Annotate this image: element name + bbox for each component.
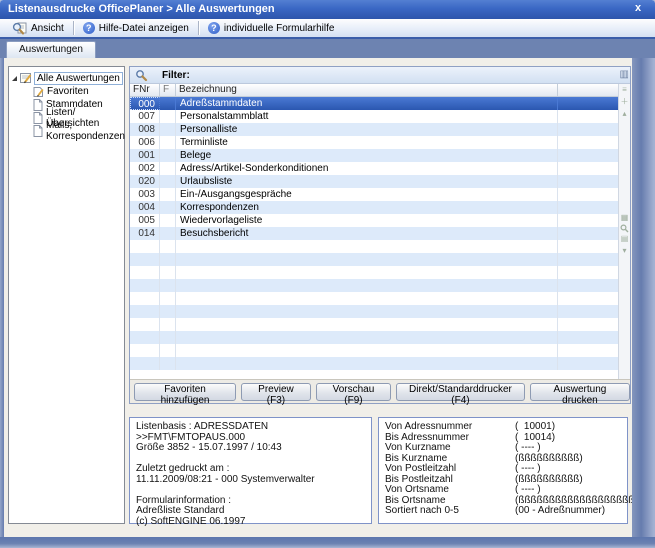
list-header: FNr F Bezeichnung — [130, 84, 630, 97]
table-row[interactable]: 006 Terminliste — [130, 136, 630, 149]
form-pencil-icon — [20, 72, 32, 84]
list-rows: 000 Adreßstammdaten 007 Personalstammbla… — [130, 97, 630, 379]
formularhilfe-button[interactable]: ? individuelle Formularhilfe — [202, 20, 341, 36]
favorites-pencil-icon — [33, 86, 44, 98]
preview-button[interactable]: Preview (F3) — [241, 383, 311, 401]
filter-setting-row: Von Adressnummer ( 10001) — [385, 422, 621, 433]
auswertungen-list-panel: Filter: ▥ FNr F Bezeichnung 000 Adreßsta… — [129, 66, 631, 404]
toolbar-separator — [198, 21, 199, 35]
info-line: Zuletzt gedruckt am : — [136, 464, 365, 475]
empty-row[interactable] — [130, 331, 630, 344]
formularhilfe-label: individuelle Formularhilfe — [224, 23, 335, 34]
button-bar: Favoriten hinzufügen Preview (F3) Vorsch… — [130, 379, 630, 403]
window-frame-left — [0, 58, 4, 548]
search-icon — [135, 69, 148, 82]
info-line: Adreßliste Standard — [136, 506, 365, 517]
vorschau-button[interactable]: Vorschau (F9) — [316, 383, 391, 401]
empty-row[interactable] — [130, 318, 630, 331]
tree-item-favoriten[interactable]: Favoriten — [9, 85, 124, 98]
favoriten-hinzufuegen-button[interactable]: Favoriten hinzufügen — [134, 383, 236, 401]
tree-item-mails-korrespondenzen[interactable]: Mails, Korrespondenzen — [9, 124, 124, 137]
table-row[interactable]: 020 Urlaubsliste — [130, 175, 630, 188]
auswertung-drucken-button[interactable]: Auswertung drucken — [530, 383, 630, 401]
table-row-selected[interactable]: 000 Adreßstammdaten — [130, 97, 630, 110]
scroll-down-icon[interactable]: ▾ — [622, 245, 626, 257]
filter-setting-row: Von Postleitzahl ( ---- ) — [385, 464, 621, 475]
empty-row[interactable] — [130, 279, 630, 292]
hilfe-datei-label: Hilfe-Datei anzeigen — [99, 23, 189, 34]
table-row[interactable]: 005 Wiedervorlageliste — [130, 214, 630, 227]
tree-item-alle-auswertungen[interactable]: Alle Auswertungen — [9, 71, 124, 85]
app-window: Listenausdrucke OfficePlaner > Alle Ausw… — [0, 0, 655, 548]
listenbasis-info-panel: Listenbasis : ADRESSDATEN >>FMT\FMTOPAUS… — [129, 417, 372, 524]
empty-row[interactable] — [130, 266, 630, 279]
empty-row[interactable] — [130, 240, 630, 253]
document-icon — [33, 112, 43, 124]
add-icon[interactable]: ＋ — [621, 96, 629, 108]
tree-child-label: Favoriten — [47, 86, 89, 97]
info-line: Listenbasis : ADRESSDATEN — [136, 422, 365, 433]
filter-settings-panel: Von Adressnummer ( 10001) Bis Adressnumm… — [378, 417, 628, 524]
filter-setting-row: Von Ortsname ( ---- ) — [385, 485, 621, 496]
direkt-standarddrucker-button[interactable]: Direkt/Standarddrucker (F4) — [396, 383, 525, 401]
tab-auswertungen[interactable]: Auswertungen — [6, 41, 96, 58]
empty-row[interactable] — [130, 253, 630, 266]
tree-child-label: Mails, Korrespondenzen — [46, 120, 125, 142]
grid-icon[interactable]: ▦ — [621, 212, 629, 224]
document-icon — [33, 99, 43, 111]
ansicht-button[interactable]: Ansicht — [6, 20, 70, 36]
tab-band: Auswertungen — [0, 39, 655, 58]
table-row[interactable]: 004 Korrespondenzen — [130, 201, 630, 214]
filter-bar: Filter: ▥ — [130, 67, 630, 84]
window-title: Listenausdrucke OfficePlaner > Alle Ausw… — [8, 3, 275, 15]
preview-icon — [12, 22, 27, 35]
document-icon — [33, 125, 43, 137]
column-picker-icon[interactable]: ▥ — [620, 69, 629, 80]
scroll-up-icon[interactable]: ▴ — [622, 108, 626, 120]
info-line — [136, 485, 365, 496]
empty-row[interactable] — [130, 292, 630, 305]
window-frame-right — [632, 58, 655, 548]
close-button[interactable]: x — [631, 0, 645, 18]
hilfe-datei-button[interactable]: ? Hilfe-Datei anzeigen — [77, 20, 195, 36]
table-row[interactable]: 008 Personalliste — [130, 123, 630, 136]
tree-panel: Alle Auswertungen Favoriten Stammdaten — [8, 66, 125, 524]
table-row[interactable]: 001 Belege — [130, 149, 630, 162]
info-line: (c) SoftENGINE 06.1997 — [136, 517, 365, 528]
empty-row[interactable] — [130, 305, 630, 318]
list-side-toolbar: ≡ ＋ ▴ ▦ ▤ ▾ — [618, 84, 630, 379]
toolbar-separator — [73, 21, 74, 35]
tree-root-label: Alle Auswertungen — [34, 72, 123, 85]
table-row[interactable]: 003 Ein-/Ausgangsgespräche — [130, 188, 630, 201]
zoom-icon[interactable] — [620, 224, 629, 233]
empty-row[interactable] — [130, 357, 630, 370]
list-view-icon[interactable]: ▤ — [621, 233, 629, 245]
table-row[interactable]: 002 Adress/Artikel-Sonderkonditionen — [130, 162, 630, 175]
filter-setting-row: Von Kurzname ( ---- ) — [385, 443, 621, 454]
help-icon: ? — [208, 22, 220, 34]
empty-row[interactable] — [130, 344, 630, 357]
column-header-fnr[interactable]: FNr — [130, 84, 160, 96]
info-line: 11.11.2009/08:21 - 000 Systemverwalter — [136, 475, 365, 486]
toolbar: Ansicht ? Hilfe-Datei anzeigen ? individ… — [0, 19, 655, 39]
window-frame-bottom — [0, 537, 655, 548]
table-row[interactable]: 007 Personalstammblatt — [130, 110, 630, 123]
sort-icon[interactable]: ≡ — [622, 84, 627, 96]
info-line: Größe 3852 - 15.07.1997 / 10:43 — [136, 443, 365, 454]
filter-label: Filter: — [162, 70, 190, 81]
column-header-f[interactable]: F — [160, 84, 176, 96]
table-row[interactable]: 014 Besuchsbericht — [130, 227, 630, 240]
ansicht-label: Ansicht — [31, 23, 64, 34]
titlebar: Listenausdrucke OfficePlaner > Alle Ausw… — [0, 0, 655, 19]
help-icon: ? — [83, 22, 95, 34]
tree-expander-icon[interactable] — [12, 76, 17, 81]
column-header-bezeichnung[interactable]: Bezeichnung — [176, 84, 558, 96]
filter-setting-row: Sortiert nach 0-5 (00 - Adreßnummer) — [385, 506, 621, 517]
